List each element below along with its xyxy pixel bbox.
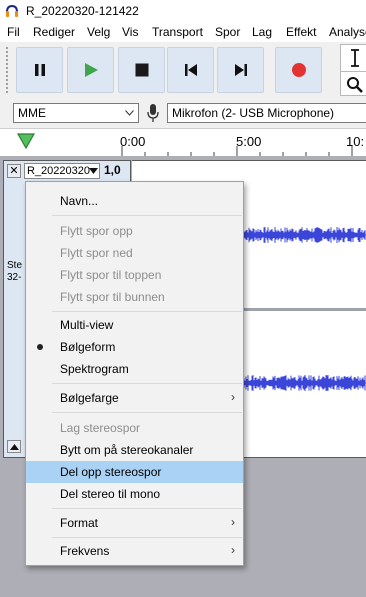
menu-item-label: Del opp stereospor (60, 465, 162, 479)
menu-item-spectrogram[interactable]: Spektrogram (26, 358, 243, 380)
menu-item-label: Spektrogram (60, 362, 129, 376)
recording-device-select[interactable]: Mikrofon (2- USB Microphone) (167, 103, 366, 123)
menu-item-label: Flytt spor opp (60, 224, 133, 238)
menu-item-wave-color[interactable]: Bølgefarge › (26, 387, 243, 409)
caret-down-icon (89, 168, 98, 174)
track-name-dropdown[interactable]: R_20220320 (24, 163, 100, 179)
recording-device-value: Mikrofon (2- USB Microphone) (172, 106, 335, 120)
track-scale-label: 1,0 (104, 163, 121, 177)
tools-divider (341, 71, 366, 72)
stop-button[interactable] (118, 47, 165, 93)
radio-bullet-icon (37, 344, 43, 350)
stop-icon (135, 63, 148, 77)
menu-item-name[interactable]: Navn... (26, 190, 243, 212)
menu-item-rate[interactable]: Frekvens › (26, 540, 243, 562)
selection-tool-icon[interactable] (347, 48, 363, 68)
menu-item-label: Bytt om på stereokanaler (60, 443, 194, 457)
collapse-track-button[interactable] (7, 440, 21, 453)
menu-effect[interactable]: Effekt (286, 25, 316, 39)
skip-to-end-icon (234, 64, 247, 76)
play-button[interactable] (67, 47, 114, 93)
submenu-arrow-icon: › (231, 543, 235, 557)
menu-separator (52, 508, 242, 509)
menu-separator (52, 412, 242, 413)
tools-toolbar (340, 44, 366, 96)
audio-host-select[interactable]: MME (13, 103, 139, 123)
record-icon (291, 63, 306, 77)
audacity-logo-icon (6, 4, 18, 17)
pause-button[interactable] (16, 47, 63, 93)
menu-item-split-stereo[interactable]: Del opp stereospor (26, 461, 243, 483)
menu-separator (52, 537, 242, 538)
record-button[interactable] (275, 47, 322, 93)
menu-item-label: Flytt spor ned (60, 246, 133, 260)
menu-generate[interactable]: Lag (252, 25, 272, 39)
menu-item-label: Bølgeform (60, 340, 116, 354)
track-info-format: 32- (7, 272, 22, 283)
menu-item-format[interactable]: Format › (26, 512, 243, 534)
menu-item-label: Flytt spor til bunnen (60, 290, 165, 304)
menu-item-label: Format (60, 516, 99, 530)
track-info-channels: Ste (7, 260, 23, 271)
menu-item-label: Multi-view (60, 318, 114, 332)
menu-file[interactable]: Fil (7, 25, 20, 39)
menu-item-move-up: Flytt spor opp (26, 220, 243, 242)
menu-item-label: Navn... (60, 194, 99, 208)
menu-item-make-stereo: Lag stereospor (26, 417, 243, 439)
menu-separator (52, 311, 242, 312)
microphone-icon (147, 104, 159, 122)
menu-select[interactable]: Velg (87, 25, 110, 39)
audio-host-value: MME (18, 106, 46, 120)
menu-edit[interactable]: Rediger (33, 25, 75, 39)
ruler-ticks (121, 146, 353, 156)
menu-item-waveform[interactable]: Bølgeform (26, 336, 243, 358)
menu-analyze[interactable]: Analyser (329, 25, 366, 39)
menu-item-label: Bølgefarge (60, 391, 119, 405)
close-track-button[interactable]: ✕ (7, 164, 21, 178)
menu-item-label: Del stereo til mono (60, 487, 161, 501)
pause-icon (34, 64, 45, 76)
track-info: Ste 32- (7, 260, 22, 284)
triangle-up-icon (10, 444, 19, 450)
submenu-arrow-icon: › (231, 515, 235, 529)
menu-item-label: Lag stereospor (60, 421, 141, 435)
skip-to-start-icon (184, 64, 197, 76)
menu-view[interactable]: Vis (122, 25, 138, 39)
menu-separator (52, 215, 242, 216)
title-bar: R_20220320-121422 (0, 0, 366, 22)
menu-item-move-down: Flytt spor ned (26, 242, 243, 264)
zoom-tool-icon[interactable] (346, 76, 364, 94)
menu-bar: Fil Rediger Velg Vis Transport Spor Lag … (0, 22, 366, 43)
menu-item-move-bottom: Flytt spor til bunnen (26, 286, 243, 308)
menu-separator (52, 383, 242, 384)
menu-tracks[interactable]: Spor (215, 25, 240, 39)
menu-item-move-top: Flytt spor til toppen (26, 264, 243, 286)
play-head-triangle-icon[interactable] (16, 132, 36, 150)
menu-item-label: Flytt spor til toppen (60, 268, 162, 282)
chevron-down-icon (125, 110, 134, 116)
menu-item-split-to-mono[interactable]: Del stereo til mono (26, 483, 243, 505)
skip-to-start-button[interactable] (167, 47, 214, 93)
track-name: R_20220320 (27, 165, 91, 177)
skip-to-end-button[interactable] (217, 47, 264, 93)
submenu-arrow-icon: › (231, 390, 235, 404)
toolbar-grip[interactable] (5, 46, 9, 94)
window-title: R_20220320-121422 (26, 4, 139, 18)
menu-transport[interactable]: Transport (152, 25, 203, 39)
play-icon (84, 63, 98, 77)
menu-item-multi-view[interactable]: Multi-view (26, 314, 243, 336)
menu-item-swap-channels[interactable]: Bytt om på stereokanaler (26, 439, 243, 461)
menu-item-label: Frekvens (60, 544, 110, 558)
